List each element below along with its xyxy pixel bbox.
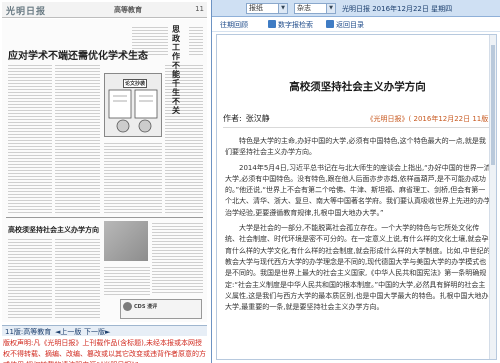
- page-navigation: 11版:高等教育 ◄上一版 下一版►: [2, 325, 207, 336]
- digital-search-label: 数字报检索: [278, 21, 313, 29]
- past-issues-label: 往期回顾: [220, 21, 248, 29]
- masthead-logo: 光明日报: [6, 7, 47, 17]
- top-toolbar: 报纸 ▼ 杂志 ▼ 光明日报 2016年12月22日 星期四: [212, 0, 500, 17]
- article-paragraph: 大学是社会的一部分,不能脱离社会孤立存在。一个大学的特色与它所处文化传统、社会制…: [225, 224, 491, 312]
- scrollbar-thumb[interactable]: [491, 45, 495, 165]
- text-column: [55, 63, 100, 213]
- text-column: [8, 63, 52, 213]
- text-column: [104, 141, 162, 213]
- home-icon: [326, 20, 334, 28]
- scan-photo: [104, 221, 148, 261]
- section-tag: 高等教育: [114, 6, 142, 14]
- scan-side-headline: 思政工作不能千生不关: [172, 24, 180, 115]
- search-icon: [268, 20, 276, 28]
- ad-logo-icon: [123, 302, 132, 311]
- digital-search-link[interactable]: 数字报检索: [268, 20, 313, 30]
- source-line: 《光明日报》( 2016年12月22日 11版): [366, 115, 491, 123]
- author-label: 作者:: [223, 114, 242, 123]
- paper-select-value: 报纸: [249, 4, 263, 12]
- cartoon-illustration: 论文抄袭: [104, 73, 162, 137]
- type-select-value: 杂志: [297, 4, 311, 12]
- article-paragraph: 2014年5月4日,习近平总书记在与北大师生的座谈会上指出,“办好中国的世界一流…: [225, 163, 491, 217]
- page-header: 光明日报 高等教育 11: [2, 2, 207, 18]
- past-issues-link[interactable]: 往期回顾: [220, 20, 248, 30]
- text-column: [104, 265, 150, 295]
- copyright-notice: 版权声明:凡《光明日报》上刊载作品(含标题),未经本报或本网授权不得转载、摘编、…: [3, 339, 206, 363]
- scan-advertisement: CDS 漫评: [120, 299, 202, 319]
- text-column: [152, 221, 203, 295]
- scan-article-headline[interactable]: 高校须坚持社会主义办学方向: [8, 225, 99, 235]
- back-to-toc-link[interactable]: 返回目录: [326, 20, 364, 30]
- next-page-link[interactable]: 下一版►: [84, 327, 110, 337]
- cartoon-label: 论文抄袭: [123, 79, 148, 88]
- article-content: 高校须坚持社会主义办学方向 作者: 张汉静 《光明日报》( 2016年12月22日…: [216, 34, 497, 360]
- text-column: [8, 237, 52, 319]
- article-scrollbar[interactable]: [489, 35, 496, 359]
- prev-page-link[interactable]: ◄上一版: [55, 327, 81, 337]
- ad-text: CDS 漫评: [134, 304, 158, 310]
- text-column: [189, 25, 203, 57]
- author-line: 作者: 张汉静: [223, 113, 270, 124]
- chevron-down-icon: ▼: [326, 4, 335, 13]
- article-body: 特色是大学的主命,办好中国的大学,必须有中国特色,这个特色最大的一点,就是我们要…: [225, 136, 491, 317]
- back-to-toc-label: 返回目录: [336, 21, 364, 29]
- page-number: 11: [195, 5, 204, 13]
- article-nav-bar: 往期回顾 数字报检索 返回目录: [212, 18, 500, 32]
- issue-date-label: 光明日报 2016年12月22日 星期四: [342, 5, 453, 13]
- text-column: [55, 237, 100, 319]
- scan-headline: 应对学术不端还需优化学术生态: [8, 51, 148, 62]
- article-pane: 报纸 ▼ 杂志 ▼ 光明日报 2016年12月22日 星期四 往期回顾 数字报检…: [211, 0, 500, 363]
- author-name: 张汉静: [245, 114, 270, 123]
- current-page-label: 11版:高等教育: [5, 328, 52, 336]
- chevron-down-icon: ▼: [278, 4, 287, 13]
- title-divider: [223, 127, 491, 128]
- section-divider: [6, 217, 203, 218]
- page-scan-image[interactable]: 应对学术不端还需优化学术生态 思政工作不能千生不关 论文抄袭 高校须坚持社会主义…: [2, 19, 207, 322]
- newspaper-page-pane: 光明日报 高等教育 11 应对学术不端还需优化学术生态 思政工作不能千生不关 论…: [0, 0, 209, 363]
- paper-select[interactable]: 报纸 ▼: [246, 3, 288, 14]
- article-paragraph: 特色是大学的主命,办好中国的大学,必须有中国特色,这个特色最大的一点,就是我们要…: [225, 137, 486, 157]
- type-select[interactable]: 杂志 ▼: [294, 3, 336, 14]
- article-title: 高校须坚持社会主义办学方向: [289, 81, 426, 93]
